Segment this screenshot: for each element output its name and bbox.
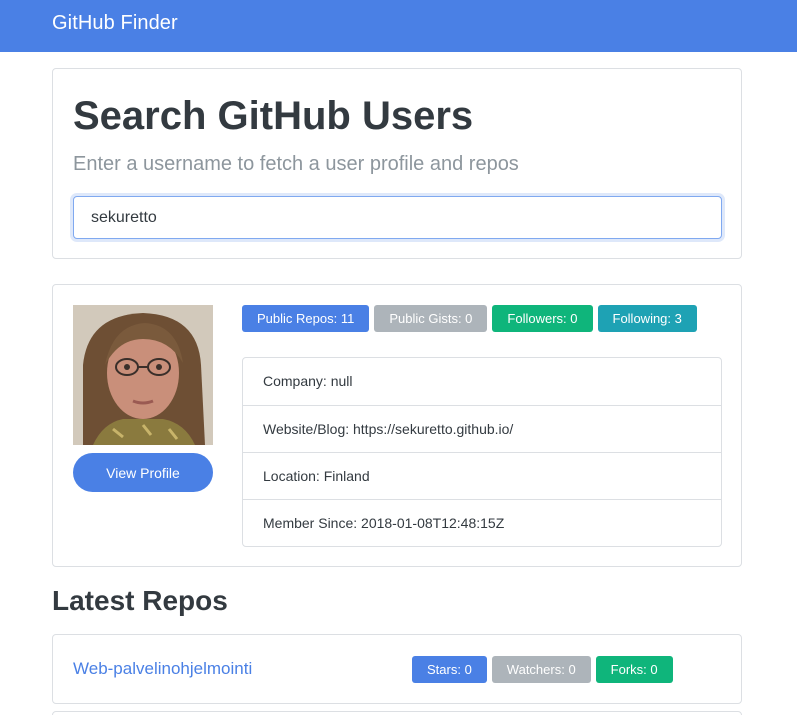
badge-stars: Stars: 0 [412, 656, 487, 683]
badge-followers: Followers: 0 [492, 305, 593, 332]
repo-link[interactable]: Web-palvelinohjelmointi [73, 659, 252, 679]
repo-badges: Stars: 0 Watchers: 0 Forks: 0 [412, 656, 673, 683]
badge-forks: Forks: 0 [595, 656, 673, 683]
profile-details-list: Company: null Website/Blog: https://seku… [242, 357, 722, 547]
badge-watchers: Watchers: 0 [491, 656, 591, 683]
brand-title[interactable]: GitHub Finder [52, 12, 178, 35]
badge-public-repos: Public Repos: 11 [242, 305, 370, 332]
latest-repos-heading: Latest Repos [52, 585, 228, 616]
repo-card: Web-palvelinohjelmointi Stars: 0 Watcher… [52, 634, 742, 704]
profile-badges: Public Repos: 11 Public Gists: 0 Followe… [242, 305, 697, 333]
search-title: Search GitHub Users [73, 94, 474, 138]
view-profile-button[interactable]: View Profile [73, 453, 213, 492]
repo-card-partial [52, 711, 742, 715]
detail-company: Company: null [263, 373, 353, 389]
search-card: Search GitHub Users Enter a username to … [52, 68, 742, 259]
avatar [73, 305, 213, 445]
detail-member-since: Member Since: 2018-01-08T12:48:15Z [243, 499, 721, 546]
profile-card: View Profile Public Repos: 11 Public Gis… [52, 284, 742, 567]
navbar: GitHub Finder [0, 0, 797, 52]
search-subtitle: Enter a username to fetch a user profile… [73, 153, 519, 175]
detail-website: Website/Blog: https://sekuretto.github.i… [243, 405, 721, 452]
badge-following: Following: 3 [597, 305, 697, 332]
search-input[interactable] [73, 196, 722, 239]
badge-public-gists: Public Gists: 0 [374, 305, 488, 332]
detail-location: Location: Finland [243, 452, 721, 499]
